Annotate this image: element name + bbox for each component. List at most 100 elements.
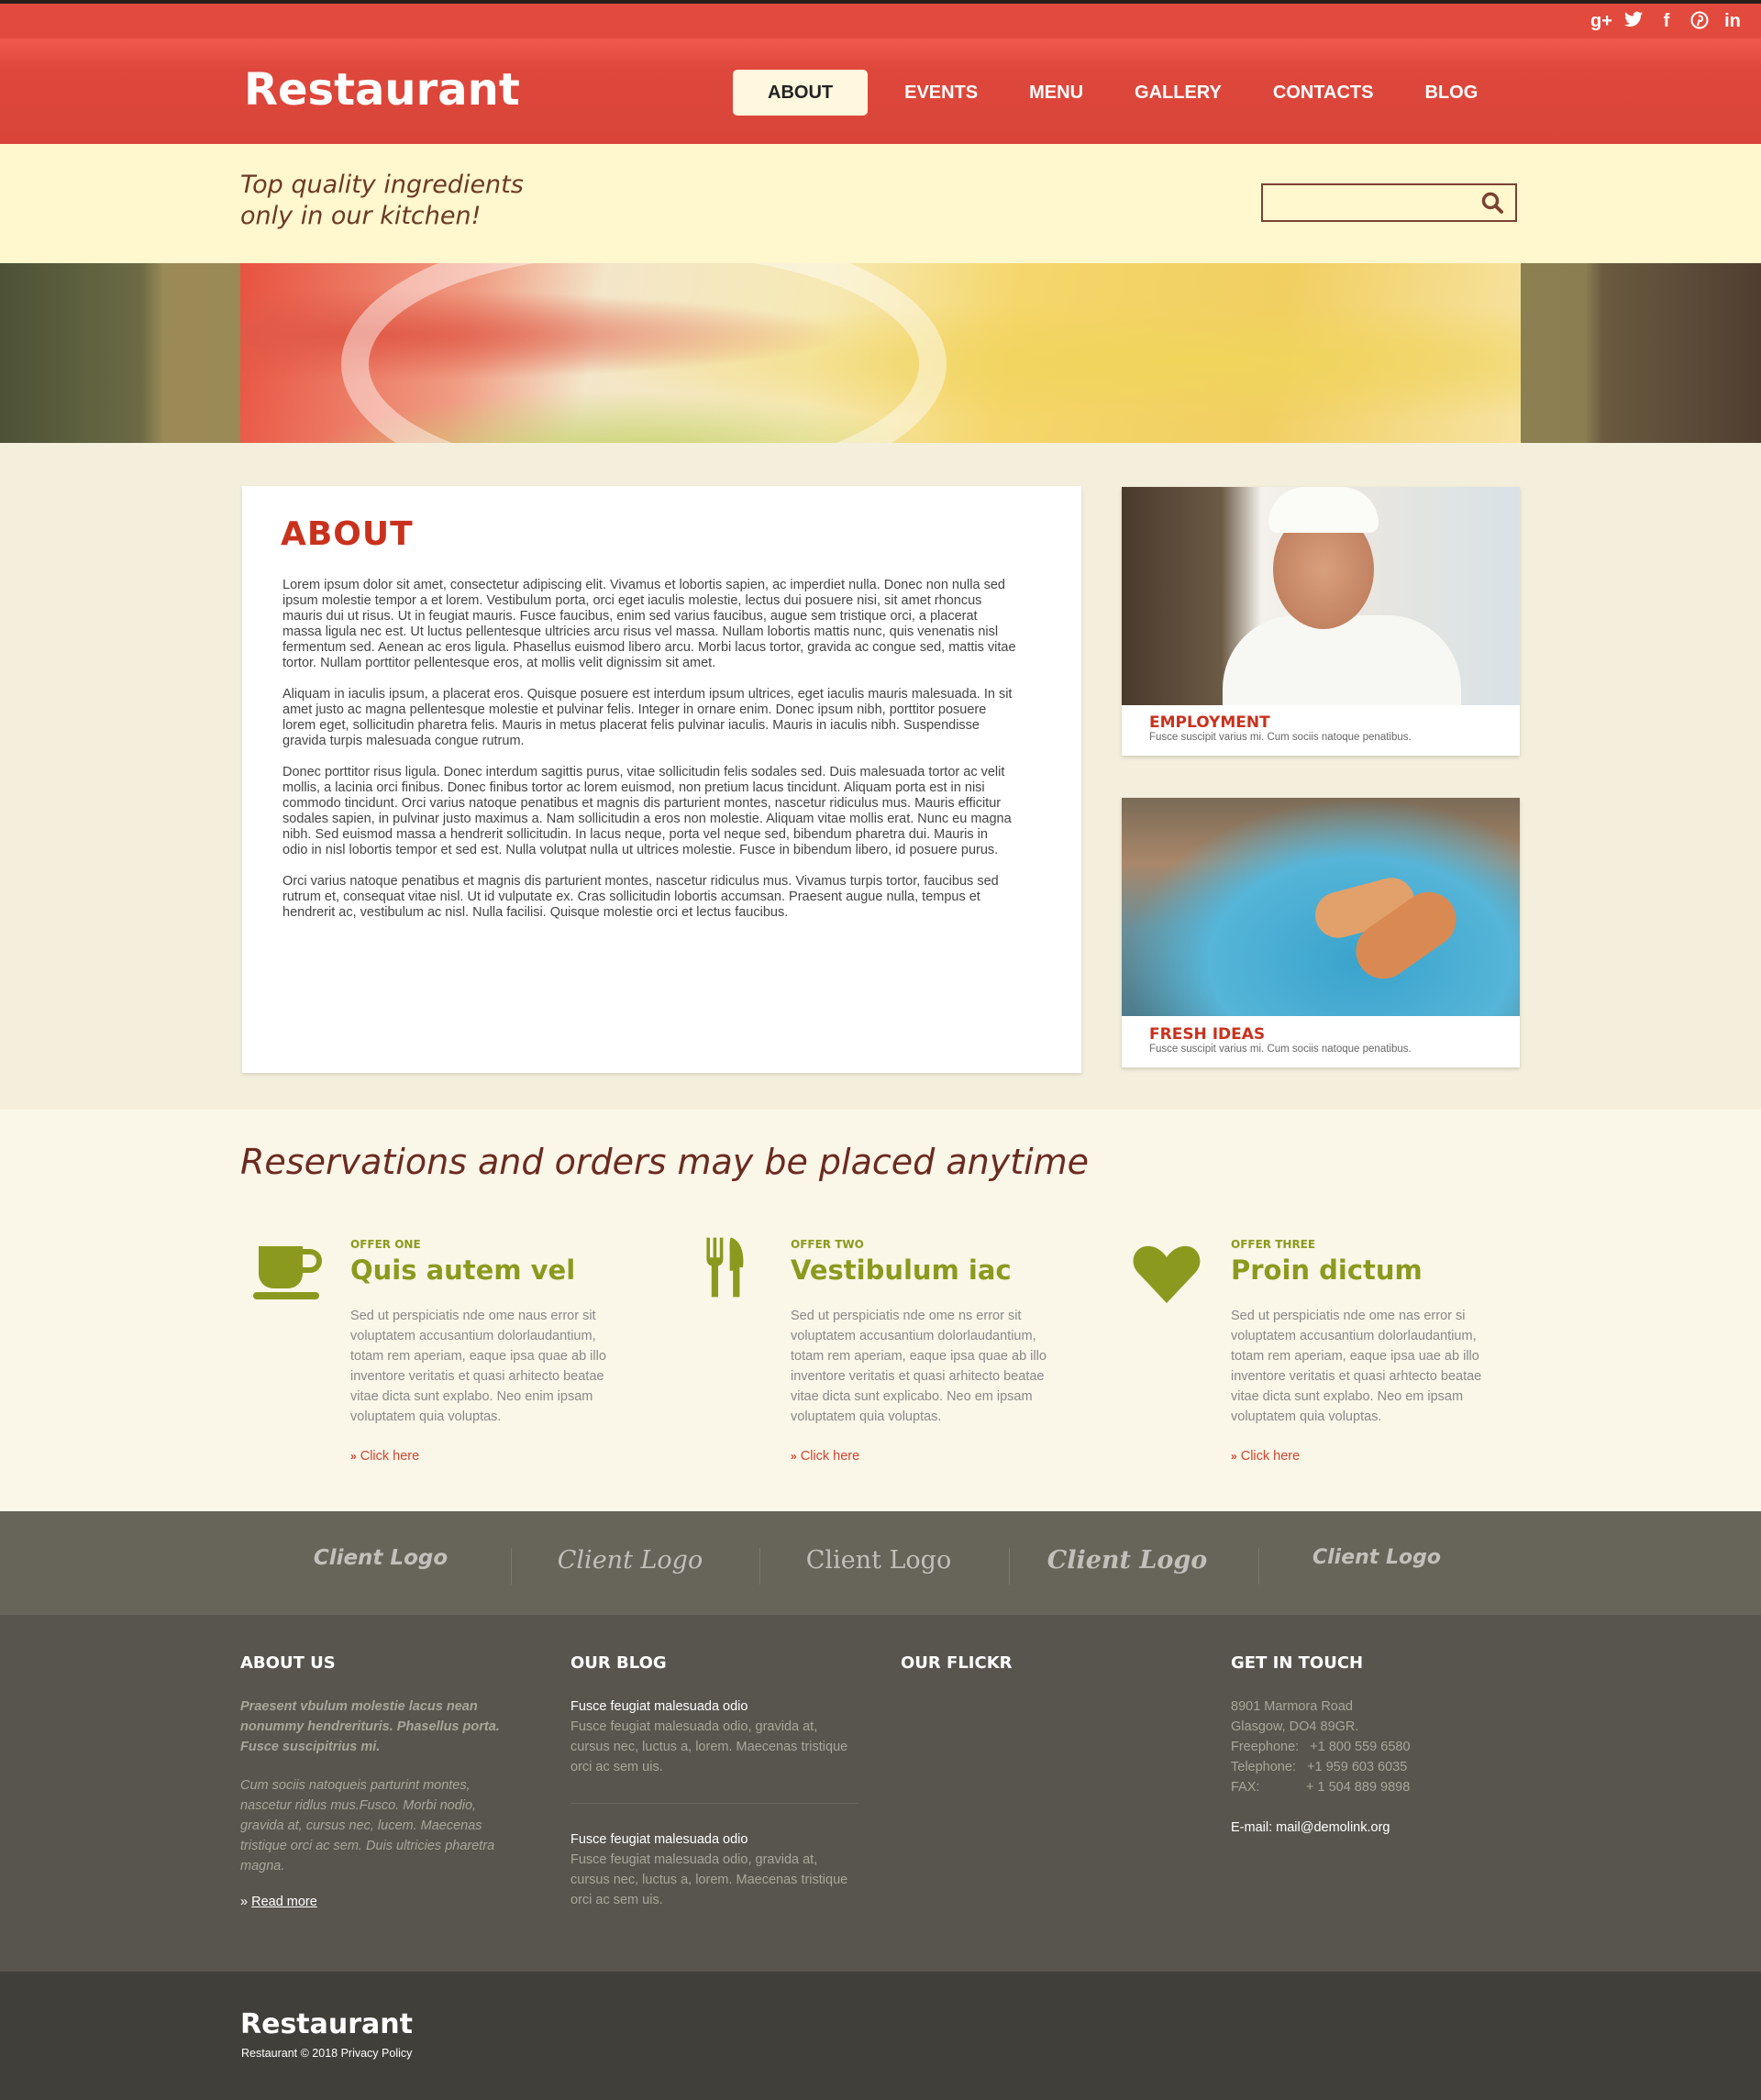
footer-heading: ABOUT US bbox=[240, 1653, 336, 1673]
offer-one: OFFER ONE Quis autem vel Sed ut perspici… bbox=[253, 1238, 626, 1464]
client-logo[interactable]: Client Logo bbox=[515, 1546, 745, 1575]
about-card: ABOUT Lorem ipsum dolor sit amet, consec… bbox=[242, 486, 1081, 1073]
fax-value: + 1 504 889 9898 bbox=[1306, 1780, 1411, 1795]
about-paragraph: Aliquam in iaculis ipsum, a placerat ero… bbox=[282, 687, 1013, 748]
tagline: Top quality ingredients only in our kitc… bbox=[240, 170, 607, 232]
search-icon[interactable] bbox=[1480, 191, 1504, 215]
chevron-right-icon: » bbox=[240, 1895, 252, 1909]
offer-link-label[interactable]: Click here bbox=[1241, 1449, 1300, 1464]
divider bbox=[1009, 1548, 1010, 1585]
footer-about: ABOUT US Praesent vbulum molestie lacus … bbox=[240, 1653, 515, 1909]
google-plus-icon[interactable]: g+ bbox=[1590, 11, 1612, 35]
about-paragraph: Lorem ipsum dolor sit amet, consectetur … bbox=[282, 578, 1016, 670]
side-card-text: Fusce suscipit varius mi. Cum sociis nat… bbox=[1149, 1044, 1412, 1055]
offer-text: Sed ut perspiciatis nde ome nas error si… bbox=[1231, 1309, 1482, 1424]
main-nav: ABOUT EVENTS MENU GALLERY CONTACTS BLOG bbox=[733, 70, 1503, 116]
fork-knife-icon bbox=[706, 1237, 744, 1298]
telephone-label: Telephone: bbox=[1231, 1760, 1296, 1774]
address-line: 8901 Marmora Road bbox=[1231, 1699, 1353, 1714]
twitter-icon[interactable] bbox=[1623, 11, 1644, 35]
hero-plate-shape bbox=[341, 263, 947, 443]
search-input[interactable] bbox=[1263, 185, 1465, 220]
tagline-band: Top quality ingredients only in our kitc… bbox=[0, 144, 1761, 263]
chef-body-shape bbox=[1223, 615, 1461, 705]
side-card-fresh-ideas[interactable]: FRESH IDEAS Fusce suscipit varius mi. Cu… bbox=[1122, 798, 1520, 1067]
nav-item-contacts[interactable]: CONTACTS bbox=[1247, 70, 1400, 116]
client-logos-band: Client Logo Client Logo Client Logo Clie… bbox=[0, 1511, 1761, 1615]
facebook-icon[interactable]: f bbox=[1656, 11, 1677, 35]
nav-item-about[interactable]: ABOUT bbox=[733, 70, 869, 116]
offer-link[interactable]: » Click here bbox=[350, 1449, 626, 1464]
client-logo[interactable]: Client Logo bbox=[764, 1546, 993, 1575]
offer-link-label[interactable]: Click here bbox=[801, 1449, 859, 1464]
blog-post-text: Fusce feugiat malesuada odio, gravida at… bbox=[570, 1852, 848, 1907]
freephone-row: Freephone: +1 800 559 6580 bbox=[1231, 1737, 1506, 1757]
about-paragraph: Donec porttitor risus ligula. Donec inte… bbox=[282, 765, 1012, 857]
about-paragraph: Orci varius natoque penatibus et magnis … bbox=[282, 874, 999, 920]
offer-kicker: OFFER TWO bbox=[791, 1238, 864, 1251]
linkedin-icon[interactable]: in bbox=[1722, 11, 1743, 35]
offer-three: OFFER THREE Proin dictum Sed ut perspici… bbox=[1133, 1238, 1506, 1464]
footer-flickr: OUR FLICKR bbox=[901, 1653, 1176, 1697]
divider bbox=[570, 1803, 858, 1804]
fax-label: FAX: bbox=[1231, 1780, 1260, 1795]
side-card-employment[interactable]: EMPLOYMENT Fusce suscipit varius mi. Cum… bbox=[1122, 487, 1520, 756]
freephone-value: +1 800 559 6580 bbox=[1310, 1740, 1411, 1754]
food-photo bbox=[1122, 798, 1520, 1016]
heart-icon bbox=[1133, 1245, 1201, 1303]
blog-post-text: Fusce feugiat malesuada odio, gravida at… bbox=[570, 1719, 848, 1774]
tagline-line-2: only in our kitchen! bbox=[240, 202, 482, 230]
offer-link[interactable]: » Click here bbox=[791, 1449, 1066, 1464]
copyright-text: Restaurant © 2018 Privacy Policy bbox=[241, 2047, 413, 2060]
footer-contact: GET IN TOUCH 8901 Marmora Road Glasgow, … bbox=[1231, 1653, 1506, 1838]
footer-about-text: Cum sociis natoqueis parturint montes, n… bbox=[240, 1778, 495, 1873]
footer-heading: GET IN TOUCH bbox=[1231, 1653, 1364, 1673]
footer-heading: OUR FLICKR bbox=[901, 1653, 1013, 1673]
read-more-label[interactable]: Read more bbox=[251, 1895, 317, 1909]
blog-post-title[interactable]: Fusce feugiat malesuada odio bbox=[570, 1697, 858, 1717]
hero-banner-image bbox=[240, 263, 1521, 443]
chevron-right-icon: » bbox=[791, 1450, 797, 1463]
contact-details: 8901 Marmora Road Glasgow, DO4 89GR. Fre… bbox=[1231, 1697, 1506, 1838]
email-row: E-mail: mail@demolink.org bbox=[1231, 1818, 1506, 1838]
offer-title: Quis autem vel bbox=[350, 1254, 576, 1286]
telephone-row: Telephone: +1 959 603 6035 bbox=[1231, 1757, 1506, 1777]
address-line: Glasgow, DO4 89GR. bbox=[1231, 1719, 1359, 1734]
footer-blog: OUR BLOG Fusce feugiat malesuada odio Fu… bbox=[570, 1653, 858, 1910]
tagline-line-1: Top quality ingredients bbox=[240, 171, 524, 199]
chevron-right-icon: » bbox=[350, 1450, 357, 1463]
freephone-label: Freephone: bbox=[1231, 1740, 1300, 1754]
blog-post-title[interactable]: Fusce feugiat malesuada odio bbox=[570, 1829, 858, 1850]
offer-two: OFFER TWO Vestibulum iac Sed ut perspici… bbox=[706, 1237, 1066, 1464]
nav-item-blog[interactable]: BLOG bbox=[1399, 70, 1503, 116]
chef-hat-shape bbox=[1268, 487, 1379, 533]
client-logo[interactable]: Client Logo bbox=[266, 1546, 495, 1570]
read-more-link[interactable]: » Read more bbox=[240, 1895, 515, 1909]
chef-photo bbox=[1122, 487, 1520, 705]
divider bbox=[511, 1548, 512, 1585]
client-logo[interactable]: Client Logo bbox=[1262, 1546, 1491, 1569]
search-box bbox=[1261, 183, 1517, 222]
site-header: Restaurant ABOUT EVENTS MENU GALLERY CON… bbox=[0, 39, 1761, 144]
offer-title: Vestibulum iac bbox=[791, 1254, 1012, 1286]
offer-kicker: OFFER ONE bbox=[350, 1238, 421, 1251]
footer-logo[interactable]: Restaurant bbox=[240, 2008, 413, 2040]
email-link[interactable]: mail@demolink.org bbox=[1276, 1820, 1390, 1835]
client-logo[interactable]: Client Logo bbox=[1013, 1546, 1242, 1575]
social-links: g+ f in bbox=[1590, 11, 1743, 35]
pinterest-icon[interactable] bbox=[1689, 11, 1710, 35]
site-logo[interactable]: Restaurant bbox=[244, 64, 520, 116]
side-card-title[interactable]: FRESH IDEAS bbox=[1149, 1025, 1265, 1044]
nav-item-gallery[interactable]: GALLERY bbox=[1109, 70, 1247, 116]
nav-item-menu[interactable]: MENU bbox=[1003, 70, 1109, 116]
top-bar: g+ f in bbox=[0, 0, 1761, 39]
offer-link[interactable]: » Click here bbox=[1231, 1449, 1506, 1464]
offer-link-label[interactable]: Click here bbox=[360, 1449, 419, 1464]
side-card-title[interactable]: EMPLOYMENT bbox=[1149, 713, 1270, 732]
chevron-right-icon: » bbox=[1231, 1450, 1237, 1463]
nav-item-events[interactable]: EVENTS bbox=[879, 70, 1003, 116]
telephone-value: +1 959 603 6035 bbox=[1307, 1760, 1408, 1774]
divider bbox=[1258, 1548, 1259, 1585]
offer-text: Sed ut perspiciatis nde ome ns error sit… bbox=[791, 1309, 1047, 1424]
footer-about-lead: Praesent vbulum molestie lacus nean nonu… bbox=[240, 1699, 500, 1754]
